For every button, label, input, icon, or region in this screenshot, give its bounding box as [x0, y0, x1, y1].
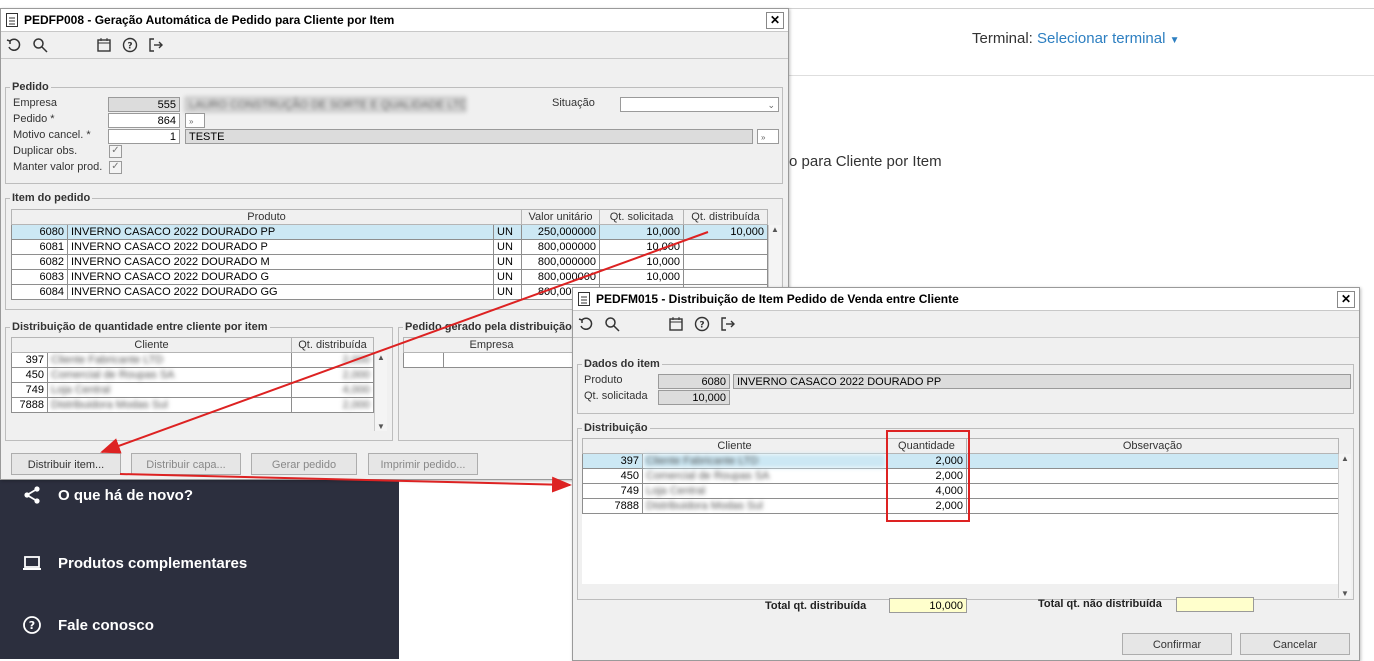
- arrow-to-distribuir-button: [100, 231, 709, 454]
- arrow-to-distribuicao-window: [119, 473, 572, 493]
- annotation-arrows: [100, 231, 709, 493]
